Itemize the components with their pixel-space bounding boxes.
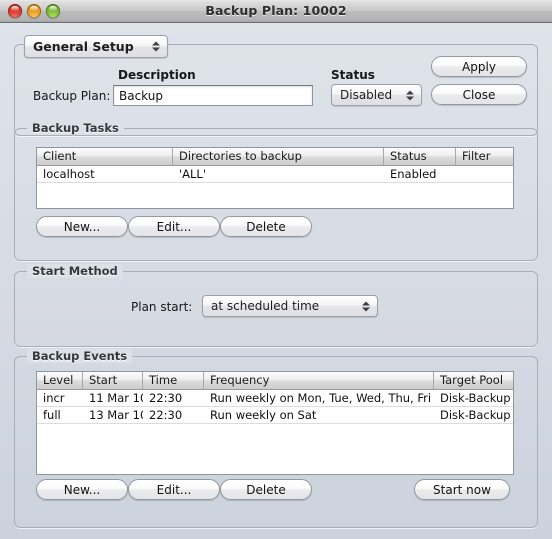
cell-start: 11 Mar 10	[89, 391, 143, 405]
backup-plan-window: Backup Plan: 10002 General Setup Descrip…	[0, 0, 552, 539]
window-title: Backup Plan: 10002	[205, 3, 347, 18]
backup-events-title: Backup Events	[27, 349, 133, 363]
cell-start: 13 Mar 10	[89, 408, 143, 422]
chevron-updown-icon	[361, 299, 370, 314]
section-popup-label: General Setup	[33, 39, 134, 54]
backup-events-new-button[interactable]: New...	[36, 479, 128, 500]
backup-tasks-delete-button[interactable]: Delete	[220, 216, 312, 237]
cell-client: localhost	[43, 167, 95, 181]
column-header-directories[interactable]: Directories to backup	[173, 148, 384, 165]
cell-directories: 'ALL'	[179, 167, 207, 181]
backup-plan-input[interactable]	[113, 85, 313, 106]
close-button[interactable]	[8, 4, 22, 18]
apply-button[interactable]: Apply	[431, 56, 527, 77]
column-header-filter[interactable]: Filter	[456, 148, 513, 165]
cell-frequency: Run weekly on Mon, Tue, Wed, Thu, Fri	[210, 391, 432, 405]
backup-tasks-new-button[interactable]: New...	[36, 216, 128, 237]
backup-tasks-header-row: Client Directories to backup Status Filt…	[37, 148, 513, 166]
cell-frequency: Run weekly on Sat	[210, 408, 317, 422]
chevron-updown-icon	[151, 39, 160, 54]
status-label: Status	[331, 68, 375, 82]
cell-target-pool: Disk-Backup	[440, 391, 511, 405]
chevron-updown-icon	[405, 88, 414, 103]
cell-target-pool: Disk-Backup	[440, 408, 511, 422]
window-controls	[8, 4, 60, 18]
cell-level: full	[43, 408, 61, 422]
zoom-button[interactable]	[46, 4, 60, 18]
start-method-title: Start Method	[27, 264, 123, 278]
plan-start-label: Plan start:	[131, 300, 193, 314]
backup-tasks-table[interactable]: Client Directories to backup Status Filt…	[36, 147, 514, 209]
backup-events-start-now-button[interactable]: Start now	[414, 479, 510, 500]
cell-filter	[456, 166, 513, 182]
table-row[interactable]: incr 11 Mar 10 22:30 Run weekly on Mon, …	[37, 390, 513, 407]
minimize-button[interactable]	[27, 4, 41, 18]
column-header-time[interactable]: Time	[143, 372, 204, 389]
column-header-status[interactable]: Status	[384, 148, 456, 165]
table-row[interactable]: full 13 Mar 10 22:30 Run weekly on Sat D…	[37, 407, 513, 424]
backup-tasks-title: Backup Tasks	[27, 121, 124, 135]
cell-time: 22:30	[149, 408, 183, 422]
backup-events-header-row: Level Start Time Frequency Target Pool	[37, 372, 513, 390]
backup-events-delete-button[interactable]: Delete	[220, 479, 312, 500]
plan-start-popup[interactable]: at scheduled time	[202, 295, 378, 317]
table-row[interactable]: localhost 'ALL' Enabled	[37, 166, 513, 183]
cell-level: incr	[43, 391, 65, 405]
section-popup[interactable]: General Setup	[24, 35, 168, 58]
close-button-action[interactable]: Close	[431, 84, 527, 105]
window-titlebar: Backup Plan: 10002	[0, 0, 552, 23]
column-header-start[interactable]: Start	[83, 372, 143, 389]
backup-events-table[interactable]: Level Start Time Frequency Target Pool i…	[36, 371, 514, 475]
cell-time: 22:30	[149, 391, 183, 405]
column-header-client[interactable]: Client	[37, 148, 173, 165]
column-header-target-pool[interactable]: Target Pool	[434, 372, 513, 389]
backup-events-edit-button[interactable]: Edit...	[128, 479, 220, 500]
status-popup[interactable]: Disabled	[331, 84, 422, 106]
plan-start-popup-label: at scheduled time	[211, 299, 320, 313]
column-header-frequency[interactable]: Frequency	[204, 372, 434, 389]
backup-tasks-edit-button[interactable]: Edit...	[128, 216, 220, 237]
status-popup-label: Disabled	[340, 88, 393, 102]
cell-status: Enabled	[390, 167, 437, 181]
backup-plan-label: Backup Plan:	[33, 89, 111, 103]
column-header-level[interactable]: Level	[37, 372, 83, 389]
window-body: General Setup Description Status Backup …	[0, 23, 552, 539]
description-label: Description	[118, 68, 196, 82]
